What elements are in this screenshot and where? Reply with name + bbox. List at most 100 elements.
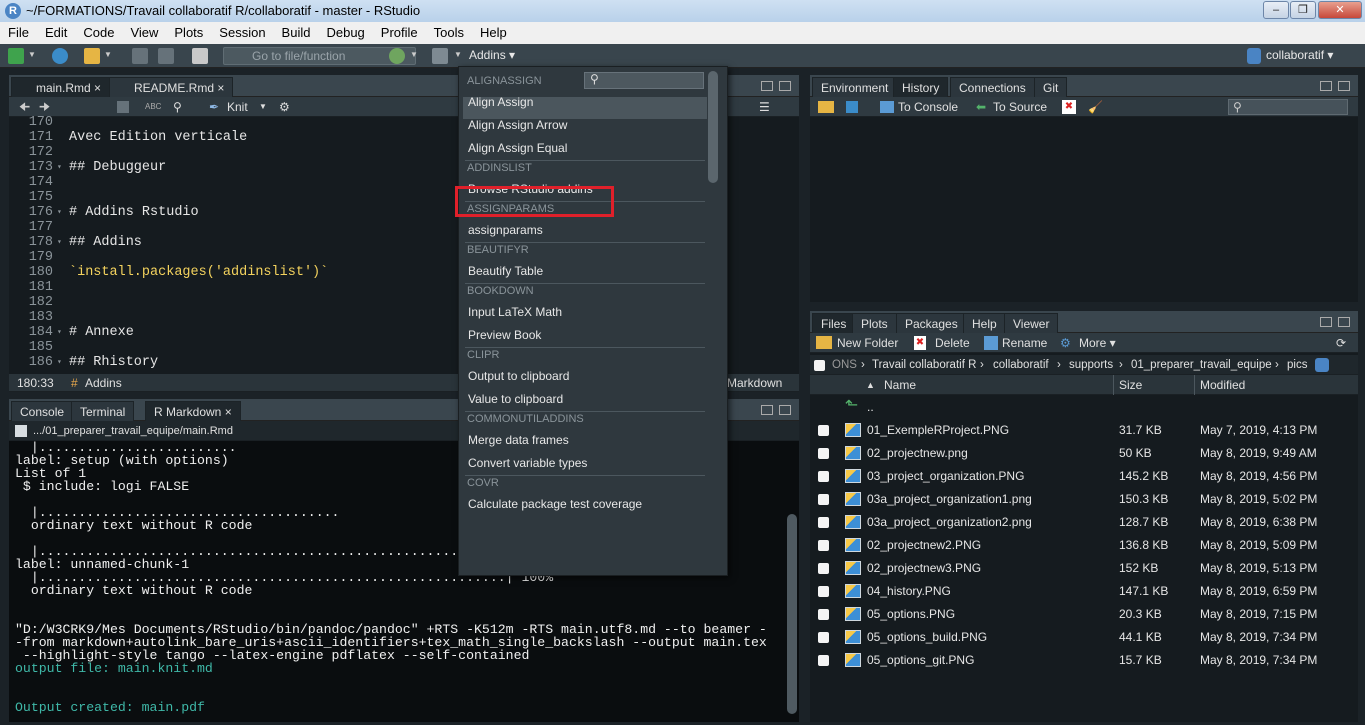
new-project-icon[interactable] [52, 48, 68, 64]
addin-menu-item[interactable]: Output to clipboard [468, 366, 569, 386]
minimize-button[interactable]: – [1263, 1, 1289, 19]
file-row[interactable]: 05_options_build.PNG 44.1 KB May 8, 2019, … [810, 626, 1358, 649]
menu-view[interactable]: View [122, 22, 166, 44]
fold-chevron-icon[interactable]: ▾ [57, 325, 62, 340]
file-name[interactable]: 02_projectnew2.PNG [867, 534, 981, 557]
addin-menu-item[interactable]: Merge data frames [468, 430, 569, 450]
file-checkbox[interactable] [818, 609, 829, 620]
file-row[interactable]: 05_options.PNG 20.3 KB May 8, 2019, 7:15 P… [810, 603, 1358, 626]
refresh-icon[interactable]: ⟳ [1336, 333, 1346, 353]
file-checkbox[interactable] [818, 517, 829, 528]
col-size[interactable]: Size [1119, 375, 1142, 395]
file-name[interactable]: 03_project_organization.PNG [867, 465, 1024, 488]
tab-help[interactable]: Help [963, 313, 1006, 333]
tab-environment[interactable]: Environment [812, 77, 898, 97]
open-file-icon[interactable] [84, 48, 100, 64]
addin-menu-item[interactable]: Preview Book [468, 325, 541, 345]
addin-menu-item[interactable]: Input LaTeX Math [468, 302, 562, 322]
file-row[interactable]: 02_projectnew.png 50 KB May 8, 2019, 9:49 … [810, 442, 1358, 465]
save-all-icon[interactable] [158, 48, 174, 64]
to-source-button[interactable]: To Source [993, 97, 1047, 117]
file-checkbox[interactable] [818, 563, 829, 574]
goto-file-input[interactable]: Go to file/function [223, 47, 416, 65]
menu-profile[interactable]: Profile [373, 22, 426, 44]
addin-menu-item[interactable]: Convert variable types [468, 453, 587, 473]
maximize-pane-icon[interactable] [779, 405, 791, 415]
file-row[interactable]: 02_projectnew3.PNG 152 KB May 8, 2019, 5:1… [810, 557, 1358, 580]
tab-r-markdown[interactable]: R Markdown × [145, 401, 241, 421]
addins-button[interactable]: Addins ▾ [469, 48, 515, 62]
breadcrumb-pics[interactable]: pics [1287, 355, 1307, 375]
file-name[interactable]: 05_options.PNG [867, 603, 955, 626]
file-name[interactable]: 05_options_build.PNG [867, 626, 987, 649]
file-row[interactable]: 05_options_git.PNG 15.7 KB May 8, 2019, 7:… [810, 649, 1358, 672]
breadcrumb-collaboratif[interactable]: collaboratif [993, 355, 1049, 375]
file-row[interactable]: 01_ExempleRProject.PNG 31.7 KB May 7, 2019… [810, 419, 1358, 442]
file-name[interactable]: 03a_project_organization2.png [867, 511, 1032, 534]
grid-layout-icon[interactable] [432, 48, 448, 64]
file-name[interactable]: 02_projectnew.png [867, 442, 968, 465]
menu-scrollbar[interactable] [708, 71, 718, 183]
chevron-down-icon[interactable]: ▼ [104, 50, 112, 59]
fold-chevron-icon[interactable]: ▾ [57, 355, 62, 370]
addin-menu-item[interactable]: Beautify Table [468, 261, 543, 281]
fold-chevron-icon[interactable]: ▾ [57, 235, 62, 250]
menu-code[interactable]: Code [75, 22, 122, 44]
file-name[interactable]: 03a_project_organization1.png [867, 488, 1032, 511]
maximize-button[interactable]: ❐ [1290, 1, 1316, 19]
breadcrumb-folder[interactable]: 01_preparer_travail_equipe [1131, 355, 1272, 375]
file-row[interactable]: 04_history.PNG 147.1 KB May 8, 2019, 6:59 … [810, 580, 1358, 603]
project-menu[interactable]: collaboratif ▾ [1266, 48, 1333, 62]
project-icon[interactable] [1315, 358, 1329, 372]
minimize-pane-icon[interactable] [1320, 317, 1332, 327]
select-all-checkbox[interactable] [814, 360, 825, 371]
tab-packages[interactable]: Packages [896, 313, 967, 333]
file-checkbox[interactable] [818, 425, 829, 436]
file-checkbox[interactable] [818, 540, 829, 551]
console-scrollbar[interactable] [787, 514, 797, 714]
new-folder-button[interactable]: New Folder [837, 333, 898, 353]
breadcrumb-supports[interactable]: supports [1069, 355, 1113, 375]
addin-menu-item[interactable]: assignparams [468, 220, 543, 240]
col-modified[interactable]: Modified [1200, 375, 1245, 395]
file-checkbox[interactable] [818, 586, 829, 597]
parent-dir-row[interactable]: ⬑ .. [810, 396, 1358, 419]
tab-history[interactable]: History [893, 77, 949, 97]
tab-files[interactable]: Files [812, 313, 856, 333]
addins-search-input[interactable]: ⚲ [584, 72, 704, 89]
save-icon[interactable] [132, 48, 148, 64]
tab-connections[interactable]: Connections [950, 77, 1035, 97]
file-row[interactable]: 03_project_organization.PNG 145.2 KB May 8… [810, 465, 1358, 488]
menu-debug[interactable]: Debug [318, 22, 372, 44]
file-checkbox[interactable] [818, 448, 829, 459]
fold-chevron-icon[interactable]: ▾ [57, 205, 62, 220]
addin-menu-item[interactable]: Calculate package test coverage [468, 494, 642, 514]
file-checkbox[interactable] [818, 471, 829, 482]
load-history-icon[interactable] [818, 101, 834, 113]
addin-menu-item[interactable]: Align Assign [468, 92, 533, 112]
menu-edit[interactable]: Edit [37, 22, 75, 44]
chevron-down-icon[interactable]: ▼ [410, 50, 418, 59]
tab-plots[interactable]: Plots [852, 313, 897, 333]
maximize-pane-icon[interactable] [1338, 317, 1350, 327]
maximize-pane-icon[interactable] [1338, 81, 1350, 91]
rename-button[interactable]: Rename [1002, 333, 1047, 353]
file-checkbox[interactable] [818, 494, 829, 505]
save-history-icon[interactable] [846, 101, 858, 113]
file-checkbox[interactable] [818, 655, 829, 666]
addin-menu-item[interactable]: Value to clipboard [468, 389, 563, 409]
fold-chevron-icon[interactable]: ▾ [57, 160, 62, 175]
file-checkbox[interactable] [818, 632, 829, 643]
menu-session[interactable]: Session [211, 22, 273, 44]
section-navigator[interactable]: Addins [85, 374, 122, 392]
build-icon[interactable] [389, 48, 405, 64]
tab-console[interactable]: Console [11, 401, 74, 421]
menu-build[interactable]: Build [274, 22, 319, 44]
history-search-input[interactable]: ⚲ [1228, 99, 1348, 115]
breadcrumb-ons[interactable]: ONS [832, 355, 857, 375]
file-type-selector[interactable]: Markdown [727, 374, 782, 392]
remove-entry-icon[interactable]: ✖ [1062, 100, 1076, 114]
delete-button[interactable]: Delete [935, 333, 970, 353]
to-console-button[interactable]: To Console [898, 97, 958, 117]
tab-git[interactable]: Git [1034, 77, 1068, 97]
